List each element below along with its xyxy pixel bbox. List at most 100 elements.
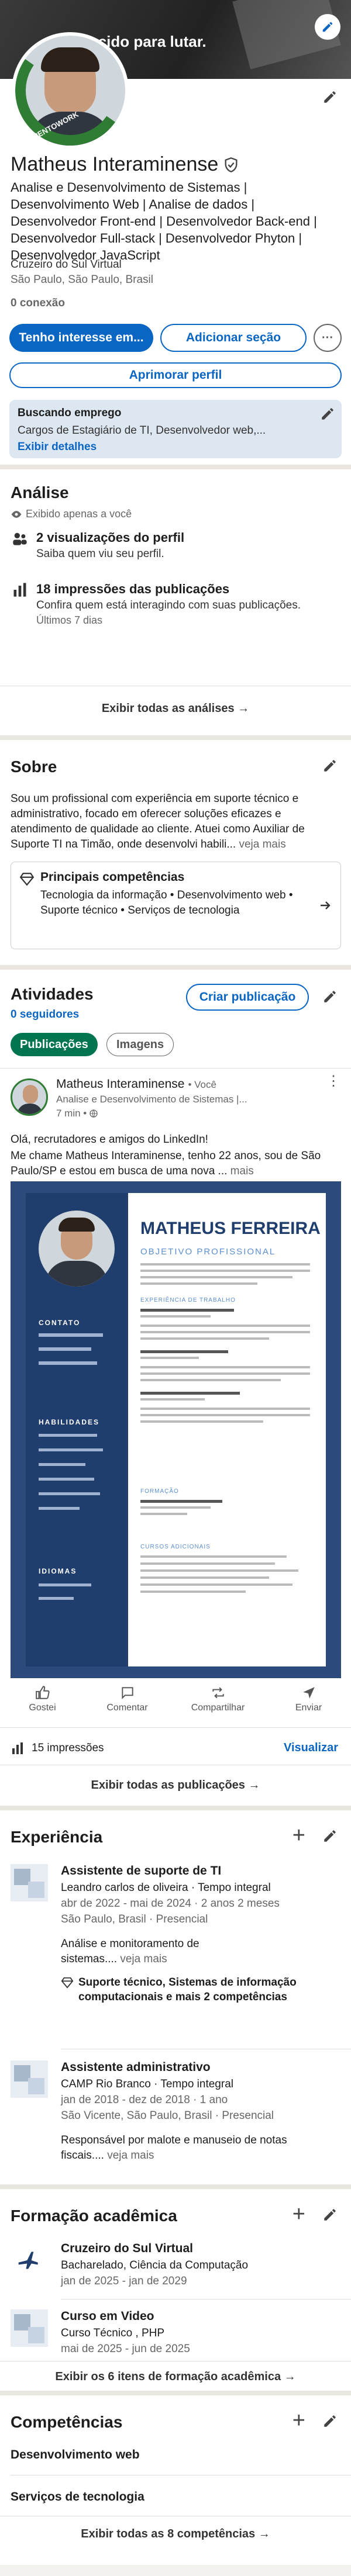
edit-banner-button[interactable] — [315, 14, 340, 40]
edit-experience-button[interactable] — [321, 1827, 339, 1845]
pencil-icon — [322, 22, 333, 32]
pencil-icon — [324, 1830, 336, 1842]
comment-icon — [121, 1687, 133, 1700]
views-desc: Saiba quem viu seu perfil. — [36, 548, 164, 560]
activity-title: Atividades — [11, 985, 94, 1003]
experience-role: Assistente de suporte de TI — [61, 1864, 222, 1877]
post-impressions-item[interactable]: 18 impressões das publicações Confira qu… — [12, 582, 339, 627]
post-text-1: Olá, recrutadores e amigos do LinkedIn! — [11, 1133, 208, 1146]
profile-name: Matheus Interaminense — [11, 153, 219, 175]
experience-role: Assistente administrativo — [61, 2060, 211, 2074]
experience-skills[interactable]: Suporte técnico, Sistemas de informação … — [78, 1975, 336, 2004]
post-menu-button[interactable]: ⋮ — [326, 1074, 340, 1088]
education-title: Formação acadêmica — [11, 2207, 177, 2225]
edit-about-button[interactable] — [321, 756, 339, 775]
top-skills-title: Principais competências — [40, 870, 185, 884]
profile-views-item[interactable]: 2 visualizações do perfil Saiba quem viu… — [12, 530, 339, 561]
school-logo — [11, 2242, 48, 2279]
diamond-icon — [61, 1977, 74, 1989]
connections-count[interactable]: 0 conexão — [11, 297, 65, 310]
interest-button[interactable]: Tenho interesse em... — [9, 324, 153, 352]
job-search-desc: Cargos de Estagiário de TI, Desenvolvedo… — [18, 424, 266, 437]
resume-education-heading: FORMAÇÃO — [140, 1488, 179, 1495]
avatar[interactable]: #OPENTOWORK — [12, 32, 129, 149]
resume-lang-heading: IDIOMAS — [39, 1567, 77, 1575]
view-impressions-link[interactable]: Visualizar — [284, 1741, 338, 1755]
top-skills-list: Tecnologia da informação • Desenvolvimen… — [40, 889, 293, 917]
post-see-more[interactable]: mais — [230, 1165, 254, 1177]
add-skill-button[interactable]: + — [292, 2409, 305, 2432]
profile-school[interactable]: Cruzeiro do Sul Virtual — [11, 258, 122, 271]
experience-company: CAMP Rio Branco · Tempo integral — [61, 2078, 233, 2090]
more-options-button[interactable]: ··· — [314, 324, 342, 352]
bar-chart-icon — [13, 583, 26, 597]
like-button[interactable]: Gostei — [8, 1685, 78, 1726]
experience-see-more[interactable]: veja mais — [107, 2149, 154, 2162]
job-search-title: Buscando emprego — [18, 407, 122, 419]
create-post-button[interactable]: Criar publicação — [186, 984, 309, 1011]
analytics-visibility: Exibido apenas a você — [26, 508, 132, 520]
education-school: Curso em Video — [61, 2309, 154, 2323]
tab-posts[interactable]: Publicações — [11, 1033, 98, 1056]
edit-profile-button[interactable] — [321, 88, 339, 106]
post-you-label: • Você — [188, 1079, 216, 1090]
about-section: Sobre Sou um profissional com experiênci… — [0, 740, 351, 965]
education-dates: mai de 2025 - jun de 2025 — [61, 2343, 190, 2355]
experience-item[interactable]: Assistente administrativo CAMP Rio Branc… — [11, 2060, 341, 2177]
add-experience-button[interactable]: + — [292, 1824, 305, 1847]
about-see-more[interactable]: veja mais — [239, 838, 285, 850]
skill-item[interactable]: Desenvolvimento web — [11, 2448, 140, 2462]
post-author[interactable]: Matheus Interaminense — [56, 1077, 184, 1091]
plane-icon — [18, 2252, 38, 2269]
experience-see-more[interactable]: veja mais — [120, 1953, 167, 1965]
edit-job-search-button[interactable] — [318, 404, 337, 423]
post-image-resume[interactable]: CONTATO HABILIDADES IDIOMAS MATHEUS FERR… — [11, 1181, 341, 1678]
job-search-card[interactable]: Buscando emprego Cargos de Estagiário de… — [9, 400, 342, 458]
show-all-skills-link[interactable]: Exibir todas as 8 competências → — [0, 2527, 351, 2541]
education-section: Formação acadêmica + Cruzeiro do Sul Vir… — [0, 2189, 351, 2391]
impressions-period: Últimos 7 dias — [36, 614, 103, 626]
analytics-title: Análise — [11, 483, 69, 502]
show-all-posts-link[interactable]: Exibir todas as publicações → — [0, 1779, 351, 1792]
arrow-right-icon — [321, 901, 331, 910]
tab-images[interactable]: Imagens — [106, 1033, 174, 1056]
impressions-title: 18 impressões das publicações — [36, 582, 230, 596]
resume-skills-heading: HABILIDADES — [39, 1418, 100, 1426]
experience-company: Leandro carlos de oliveira · Tempo integ… — [61, 1882, 271, 1894]
post-avatar[interactable] — [11, 1078, 48, 1116]
profile-location: São Paulo, São Paulo, Brasil — [11, 274, 153, 286]
add-education-button[interactable]: + — [292, 2203, 305, 2225]
education-item[interactable]: Curso em Video Curso Técnico , PHP mai d… — [11, 2309, 341, 2362]
repost-icon — [212, 1687, 224, 1699]
verified-shield-icon — [225, 157, 238, 172]
resume-courses-heading: CURSOS ADICIONAIS — [140, 1544, 211, 1550]
company-logo — [11, 2060, 48, 2098]
job-search-details-link[interactable]: Exibir detalhes — [18, 441, 333, 454]
show-all-analytics-link[interactable]: Exibir todas as análises → — [0, 702, 351, 715]
top-skills-card[interactable]: Principais competências Tecnologia da in… — [11, 862, 341, 949]
opentowork-ring — [15, 36, 125, 146]
experience-item[interactable]: Assistente de suporte de TI Leandro carl… — [11, 1864, 341, 2034]
resume-contact-heading: CONTATO — [39, 1319, 81, 1327]
improve-profile-button[interactable]: Aprimorar perfil — [9, 362, 342, 388]
post-author-headline: Analise e Desenvolvimento de Sistemas |.… — [56, 1094, 247, 1105]
edit-education-button[interactable] — [321, 2205, 339, 2224]
edit-skills-button[interactable] — [321, 2412, 339, 2430]
skill-item[interactable]: Serviços de tecnologia — [11, 2490, 144, 2504]
comment-button[interactable]: Comentar — [92, 1685, 163, 1726]
profile-card: Nascido para lutar. #OPENTOWORK Matheus … — [0, 0, 351, 465]
post-impressions: 15 impressões — [32, 1742, 104, 1754]
edit-activity-button[interactable] — [321, 987, 339, 1006]
skills-title: Competências — [11, 2413, 123, 2431]
education-item[interactable]: Cruzeiro do Sul Virtual Bacharelado, Ciê… — [11, 2242, 341, 2294]
share-button[interactable]: Compartilhar — [177, 1685, 259, 1726]
people-icon — [13, 533, 27, 545]
send-button[interactable]: Enviar — [274, 1685, 344, 1726]
about-title: Sobre — [11, 758, 57, 776]
followers-count[interactable]: 0 seguidores — [11, 1008, 79, 1021]
resume-experience-heading: EXPERIÊNCIA DE TRABALHO — [140, 1297, 236, 1303]
add-section-button[interactable]: Adicionar seção — [160, 324, 307, 352]
experience-section: Experiência + Assistente de suporte de T… — [0, 1810, 351, 2184]
show-all-education-link[interactable]: Exibir os 6 itens de formação acadêmica … — [0, 2370, 351, 2384]
experience-place: São Paulo, Brasil · Presencial — [61, 1913, 208, 1925]
